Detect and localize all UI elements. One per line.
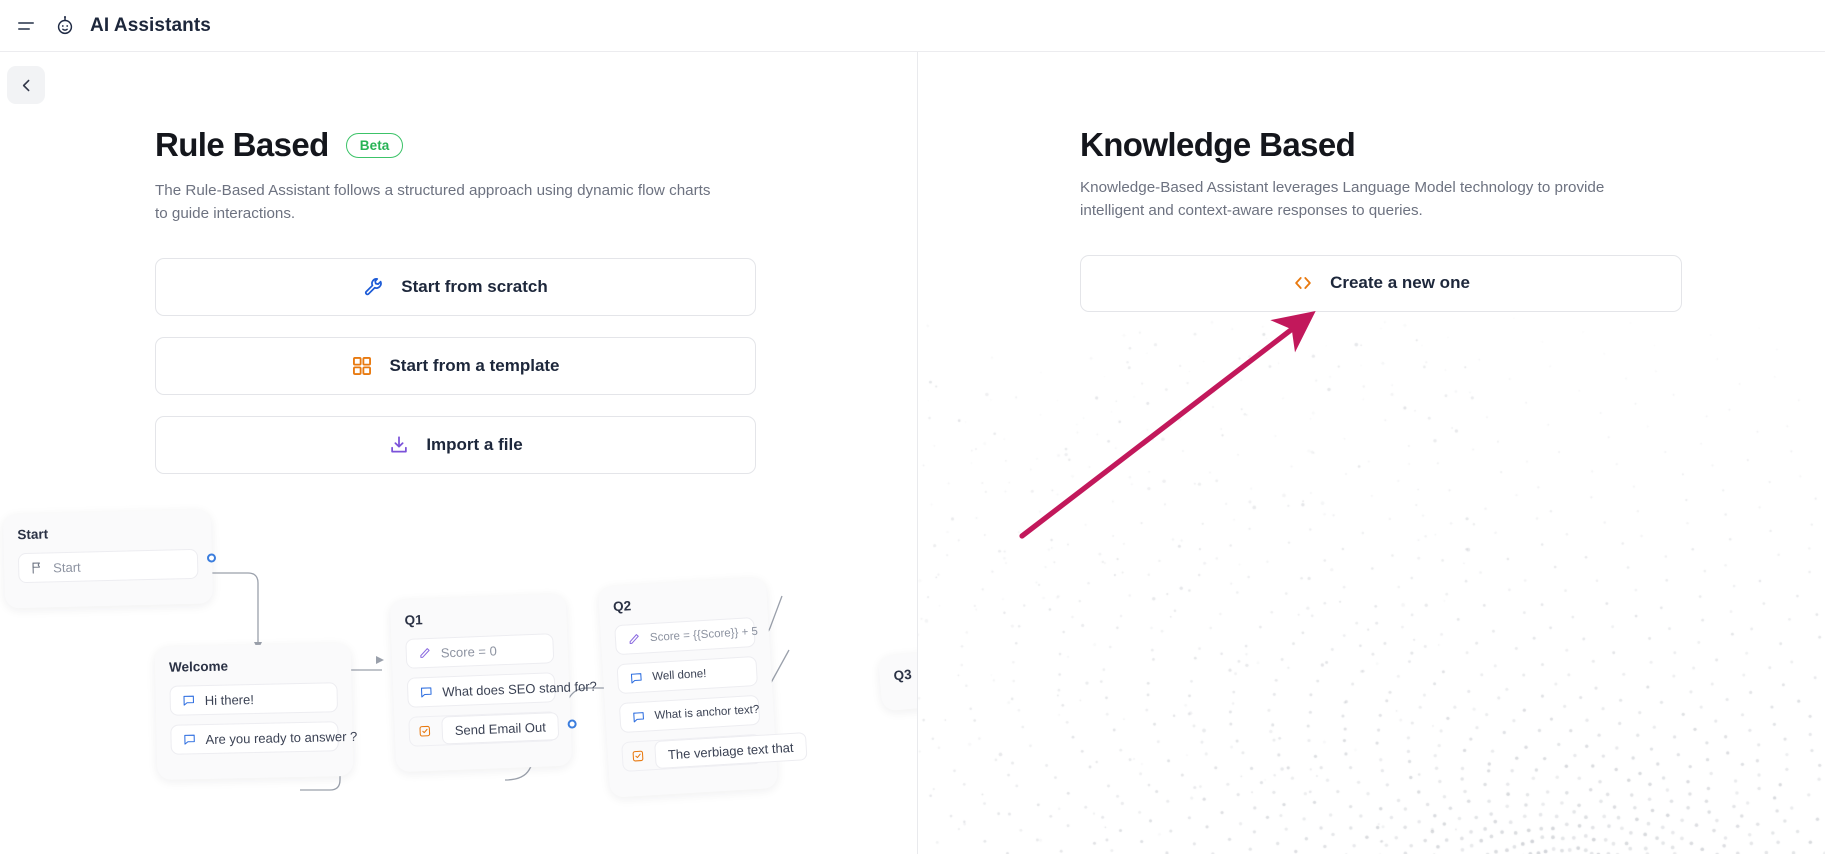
flow-row-text: What is anchor text? — [654, 703, 760, 723]
flow-node-start: Start Start — [2, 509, 217, 609]
chat-icon — [630, 673, 642, 684]
flow-port — [567, 719, 577, 729]
code-brackets-icon — [1292, 272, 1314, 294]
rule-based-heading-row: Rule Based Beta — [155, 126, 917, 163]
back-button[interactable] — [7, 66, 45, 104]
flow-row: Well done! — [616, 655, 759, 695]
button-label: Start from a template — [389, 355, 560, 375]
task-icon — [419, 725, 431, 737]
top-bar: AI Assistants — [0, 0, 1825, 52]
flow-row: Score = 0 — [405, 633, 555, 669]
flow-node-q3: Q3 — [877, 643, 917, 712]
flow-node-q1: Q1 Score = 0 What does SEO stand for? Se… — [389, 593, 597, 773]
chat-icon — [633, 712, 644, 723]
robot-icon — [54, 15, 76, 37]
flow-row: What does SEO stand for? — [406, 672, 597, 708]
app-title: AI Assistants — [90, 14, 211, 36]
pencil-icon — [420, 648, 430, 658]
create-new-one-button[interactable]: Create a new one — [1080, 254, 1682, 312]
button-label: Start from scratch — [401, 276, 548, 296]
flow-row: Send Email Out — [408, 711, 560, 747]
flow-port — [206, 553, 217, 563]
flow-row: The verbiage text that — [621, 732, 808, 773]
flow-row-text: Start — [53, 559, 81, 575]
flow-row-text: Hi there! — [204, 691, 255, 708]
rule-based-description: The Rule-Based Assistant follows a struc… — [155, 182, 711, 222]
flow-row-text: Score = {{Score}} + 5 — [649, 625, 759, 645]
flow-node-q2: Q2 Score = {{Score}} + 5 Well done! What… — [597, 577, 808, 798]
grid-icon — [351, 355, 373, 377]
pencil-icon — [629, 634, 639, 644]
button-label: Import a file — [426, 434, 523, 454]
flow-node-title: Start — [17, 526, 49, 543]
button-label: Create a new one — [1330, 273, 1470, 293]
hamburger-icon[interactable] — [18, 15, 40, 37]
flow-node-title: Q2 — [612, 598, 632, 615]
rule-based-actions: Start from scratch Start from a template — [155, 257, 917, 474]
import-file-button[interactable]: Import a file — [155, 415, 756, 474]
page-title: Rule Based — [155, 126, 329, 163]
chat-icon — [184, 734, 195, 745]
knowledge-based-panel: Knowledge Based Knowledge-Based Assistan… — [918, 52, 1825, 312]
page-title: Knowledge Based — [1080, 126, 1356, 163]
flow-row: Score = {{Score}} + 5 — [614, 616, 759, 656]
knowledge-based-description: Knowledge-Based Assistant leverages Lang… — [1080, 179, 1605, 219]
flow-node-title: Welcome — [168, 658, 229, 675]
task-icon — [632, 750, 644, 762]
flow-row-text: The verbiage text that — [654, 732, 808, 770]
knowledge-based-heading-row: Knowledge Based — [1080, 126, 1825, 163]
rule-based-panel: Rule Based Beta The Rule-Based Assistant… — [0, 52, 917, 474]
chat-icon — [183, 695, 194, 706]
status-badge: Beta — [345, 132, 404, 158]
flag-icon — [32, 562, 41, 574]
flow-row: Start — [17, 548, 199, 584]
flow-row: Are you ready to answer ? — [170, 721, 357, 755]
knowledge-based-actions: Create a new one — [1080, 254, 1825, 312]
download-icon — [388, 434, 410, 456]
flow-row: What is anchor text? — [618, 694, 761, 734]
flow-node-title: Q1 — [404, 612, 423, 628]
start-from-template-button[interactable]: Start from a template — [155, 336, 756, 395]
wrench-icon — [363, 276, 385, 298]
flow-row-text: Send Email Out — [441, 712, 560, 745]
flow-row-text: Score = 0 — [440, 642, 498, 661]
flow-row-text: Are you ready to answer ? — [205, 728, 358, 747]
flow-node-title: Q3 — [892, 666, 913, 684]
chat-icon — [420, 687, 432, 698]
flow-row-text: What does SEO stand for? — [442, 678, 598, 699]
flow-node-welcome: Welcome Hi there! Are you ready to answe… — [154, 642, 357, 781]
flow-row: Hi there! — [169, 682, 339, 716]
ai-assistants-page: AI Assistants Start Start Welcome Hi the… — [0, 0, 1825, 854]
start-from-scratch-button[interactable]: Start from scratch — [155, 257, 756, 316]
chevron-left-icon — [22, 79, 29, 91]
flow-row-text: Well done! — [651, 667, 707, 684]
